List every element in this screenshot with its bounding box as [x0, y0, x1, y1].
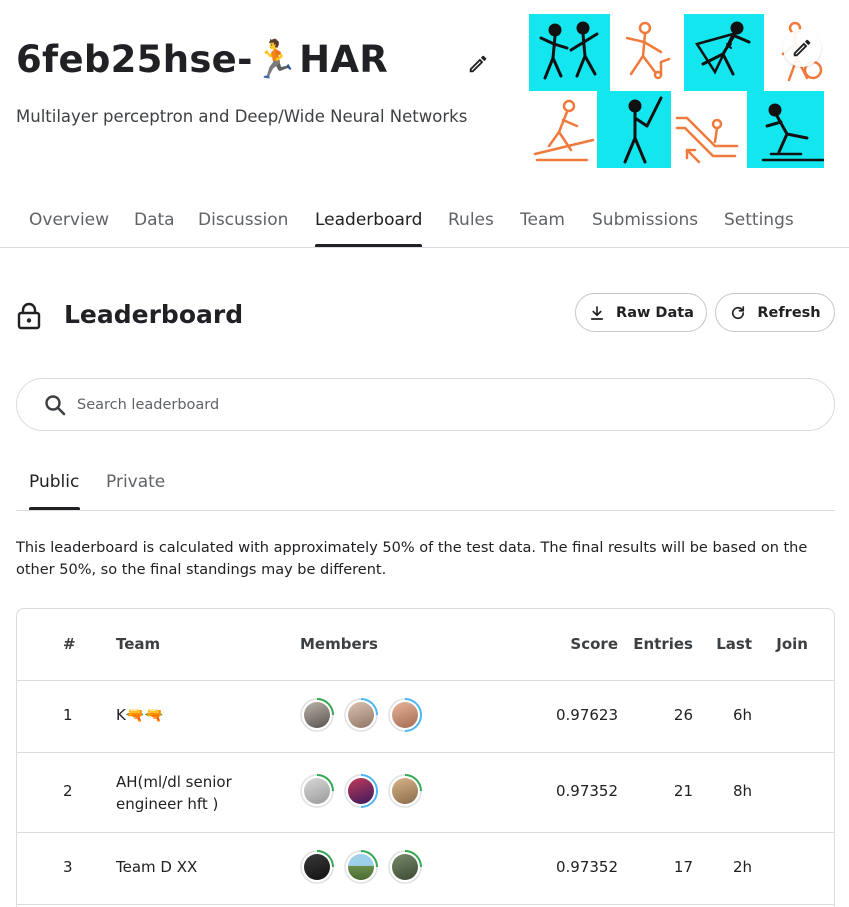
avatar[interactable] [344, 774, 378, 808]
header-score[interactable]: Score [570, 635, 618, 653]
avatar[interactable] [344, 850, 378, 884]
tab-public[interactable]: Public [29, 472, 79, 492]
entries-cell: 26 [673, 706, 693, 724]
refresh-icon [732, 305, 745, 319]
tab-overview[interactable]: Overview [29, 210, 109, 230]
tab-rules[interactable]: Rules [448, 210, 494, 230]
edit-banner-button[interactable] [783, 29, 821, 67]
header-members: Members [300, 635, 378, 653]
download-icon [590, 305, 604, 320]
tab-data[interactable]: Data [134, 210, 175, 230]
edit-title-button[interactable] [464, 50, 492, 78]
last-cell: 6h [732, 706, 752, 724]
header-entries[interactable]: Entries [633, 635, 693, 653]
avatar[interactable] [300, 774, 334, 808]
avatar[interactable] [300, 698, 334, 732]
refresh-label: Refresh [757, 304, 821, 321]
refresh-button[interactable]: Refresh [715, 293, 835, 332]
entries-cell: 21 [673, 782, 693, 800]
table-row[interactable]: 1 K🔫🔫 0.97623 26 6h [17, 681, 834, 753]
search-icon [45, 395, 66, 416]
raw-data-label: Raw Data [616, 304, 694, 321]
pencil-icon [793, 39, 811, 57]
leaderboard-subtabs: Public Private [16, 462, 835, 511]
active-subtab-indicator [29, 507, 80, 510]
leaderboard-note: This leaderboard is calculated with appr… [16, 540, 808, 578]
raw-data-button[interactable]: Raw Data [575, 293, 707, 332]
avatar[interactable] [388, 774, 422, 808]
tab-settings[interactable]: Settings [724, 210, 794, 230]
competition-tabs: Overview Data Discussion Leaderboard Rul… [0, 200, 849, 248]
team-name[interactable]: AH(ml/dl senior engineer hft ) [116, 771, 284, 815]
search-input[interactable] [77, 390, 817, 420]
tab-submissions[interactable]: Submissions [592, 210, 698, 230]
competition-title: 6feb25hse-🏃HAR [16, 38, 389, 81]
tab-team[interactable]: Team [520, 210, 565, 230]
tab-leaderboard[interactable]: Leaderboard [315, 210, 422, 230]
score-cell: 0.97352 [555, 782, 618, 800]
table-row[interactable]: 3 Team D XX 0.97352 17 2h [17, 833, 834, 905]
active-tab-indicator [315, 244, 422, 247]
entries-cell: 17 [673, 858, 693, 876]
header-rank: # [63, 635, 76, 653]
leaderboard-heading: Leaderboard [64, 300, 244, 329]
tab-private[interactable]: Private [106, 472, 165, 492]
last-cell: 2h [732, 858, 752, 876]
tab-discussion[interactable]: Discussion [198, 210, 288, 230]
team-name[interactable]: K🔫🔫 [116, 706, 163, 724]
header-last[interactable]: Last [716, 635, 752, 653]
rank-cell: 1 [63, 706, 73, 724]
score-cell: 0.97623 [555, 706, 618, 724]
header-join: Join [776, 635, 808, 653]
header-team: Team [116, 635, 161, 653]
pencil-icon [469, 55, 487, 73]
rank-cell: 3 [63, 858, 73, 876]
leaderboard-search [16, 378, 835, 431]
avatar[interactable] [344, 698, 378, 732]
rank-cell: 2 [63, 782, 73, 800]
team-name[interactable]: Team D XX [116, 858, 197, 876]
avatar[interactable] [300, 850, 334, 884]
table-row[interactable]: 2 AH(ml/dl senior engineer hft ) 0.97352… [17, 753, 834, 833]
avatar[interactable] [388, 850, 422, 884]
lock-icon [17, 302, 41, 330]
table-header-row: # Team Members Score Entries Last Join [17, 609, 834, 681]
avatar[interactable] [388, 698, 422, 732]
last-cell: 8h [732, 782, 752, 800]
score-cell: 0.97352 [555, 858, 618, 876]
competition-subtitle: Multilayer perceptron and Deep/Wide Neur… [16, 107, 468, 126]
leaderboard-table: # Team Members Score Entries Last Join 1… [16, 608, 835, 907]
